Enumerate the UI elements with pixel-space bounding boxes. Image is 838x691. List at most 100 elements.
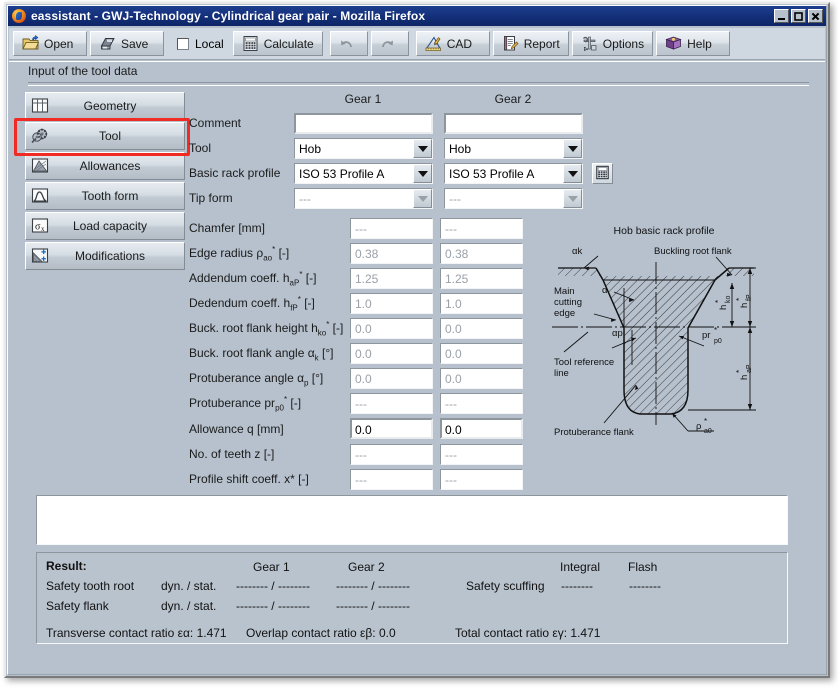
input-buck-root-flank-height-gear1[interactable]: 0.0	[350, 318, 433, 339]
diagram-label-main-cutting-edge-2: cutting	[554, 297, 582, 308]
chevron-down-icon[interactable]	[413, 139, 432, 158]
chevron-down-icon[interactable]	[413, 164, 432, 183]
select-tip-form-gear1[interactable]: ---	[294, 188, 433, 209]
chevron-down-icon[interactable]	[563, 189, 582, 208]
input-comment-gear2[interactable]	[444, 113, 583, 134]
diagram-label-buckling-root-flank: Buckling root flank	[654, 246, 732, 257]
calculate-button[interactable]: Calculate	[232, 31, 323, 56]
result-col-integral: Integral	[560, 560, 601, 574]
redo-icon	[379, 35, 396, 52]
result-overlap-contact-ratio: Overlap contact ratio εβ: 0.0	[246, 626, 396, 640]
result-transverse-contact-ratio: Transverse contact ratio εα: 1.471	[46, 626, 227, 640]
select-tool-gear1[interactable]: Hob	[294, 138, 433, 159]
undo-button[interactable]	[329, 31, 368, 56]
result-overlap-contact-ratio-label: Overlap contact ratio εβ:	[246, 626, 376, 640]
input-comment-gear1[interactable]	[294, 113, 433, 134]
input-chamfer-gear1[interactable]: ---	[350, 218, 433, 239]
toolbar-separator-3	[412, 32, 413, 56]
select-tool-gear1-value: Hob	[299, 141, 322, 156]
chevron-down-icon[interactable]	[413, 189, 432, 208]
redo-button[interactable]	[370, 31, 409, 56]
report-icon	[502, 35, 519, 52]
svg-text:*: *	[704, 417, 707, 426]
save-button[interactable]: Save	[90, 31, 164, 56]
input-profile-shift-coeff-gear2[interactable]: ---	[440, 469, 523, 490]
input-addendum-coeff-gear1[interactable]: 1.25	[350, 268, 433, 289]
result-total-contact-ratio-label: Total contact ratio εγ:	[455, 626, 568, 640]
options-button[interactable]: Options	[571, 31, 654, 56]
result-row-1-label: Safety flank	[46, 599, 109, 613]
input-no-of-teeth-gear1[interactable]: ---	[350, 444, 433, 465]
local-checkbox[interactable]	[177, 37, 189, 50]
input-protuberance-angle-gear1[interactable]: 0.0	[350, 368, 433, 389]
form-row-tip-form: Tip form --- ---	[189, 188, 609, 210]
close-button[interactable]	[808, 9, 823, 23]
diagram-label-protuberance-flank: Protuberance flank	[554, 427, 634, 438]
sidebar-label-tool: Tool	[98, 129, 121, 143]
chevron-down-icon[interactable]	[563, 164, 582, 183]
options-label: Options	[602, 36, 645, 51]
input-dedendum-coeff-gear1[interactable]: 1.0	[350, 293, 433, 314]
input-profile-shift-coeff-gear1[interactable]: ---	[350, 469, 433, 490]
select-basic-rack-profile-gear2-value: ISO 53 Profile A	[449, 166, 535, 181]
input-protuberance-pr-gear2[interactable]: ---	[440, 393, 523, 414]
help-button[interactable]: Help	[656, 31, 731, 56]
message-output-box[interactable]	[36, 495, 788, 545]
report-label: Report	[523, 36, 560, 51]
input-edge-radius-gear2[interactable]: 0.38	[440, 243, 523, 264]
result-row-1-gear2: -------- / --------	[336, 599, 410, 613]
input-allowance-gear2[interactable]: 0.0	[440, 418, 523, 439]
input-addendum-coeff-gear2[interactable]: 1.25	[440, 268, 523, 289]
local-checkbox-group[interactable]: Local	[171, 37, 230, 50]
input-buck-root-flank-height-gear2[interactable]: 0.0	[440, 318, 523, 339]
select-tool-gear2[interactable]: Hob	[444, 138, 583, 159]
toolbar-separator-2	[326, 32, 327, 56]
result-transverse-contact-ratio-value: 1.471	[196, 626, 227, 640]
input-allowance-gear1[interactable]: 0.0	[350, 418, 433, 439]
result-scuffing-label: Safety scuffing	[466, 579, 545, 593]
minimize-button[interactable]	[774, 9, 789, 23]
select-tip-form-gear1-value: ---	[299, 191, 311, 206]
floppy-disk-icon	[99, 35, 116, 52]
select-basic-rack-profile-gear1[interactable]: ISO 53 Profile A	[294, 163, 433, 184]
svg-text:pr: pr	[702, 330, 710, 341]
input-buck-root-flank-angle-gear1[interactable]: 0.0	[350, 343, 433, 364]
input-buck-root-flank-angle-gear2[interactable]: 0.0	[440, 343, 523, 364]
sidebar-item-geometry[interactable]: Geometry	[25, 92, 185, 120]
calculator-icon	[242, 35, 259, 52]
result-row-0-gear1: -------- / --------	[236, 579, 310, 593]
sidebar-item-allowances[interactable]: Allowances	[25, 152, 185, 180]
help-label: Help	[687, 36, 712, 51]
result-panel: Result: Gear 1 Gear 2 Integral Flash Saf…	[36, 552, 788, 644]
select-tip-form-gear2[interactable]: ---	[444, 188, 583, 209]
label-comment: Comment	[189, 116, 242, 130]
hob-rack-profile-diagram: Hob basic rack profile αk Buckling root …	[536, 220, 816, 445]
diagram-label-alpha: α	[602, 285, 608, 296]
section-title: Input of the tool data	[28, 64, 138, 78]
input-protuberance-angle-gear2[interactable]: 0.0	[440, 368, 523, 389]
input-no-of-teeth-gear2[interactable]: ---	[440, 444, 523, 465]
report-button[interactable]: Report	[492, 31, 569, 56]
label-no-of-teeth: No. of teeth z [-]	[189, 447, 275, 461]
diagram-label-alpha-k: αk	[572, 246, 582, 257]
rack-profile-calculator-button[interactable]	[592, 163, 613, 184]
open-button[interactable]: Open	[13, 31, 87, 56]
chevron-down-icon[interactable]	[563, 139, 582, 158]
cad-button[interactable]: CAD	[415, 31, 490, 56]
input-dedendum-coeff-gear2[interactable]: 1.0	[440, 293, 523, 314]
input-protuberance-pr-gear1[interactable]: ---	[350, 393, 433, 414]
maximize-button[interactable]	[791, 9, 806, 23]
sidebar-item-tool[interactable]: Tool	[25, 122, 185, 150]
grid-icon	[30, 96, 50, 116]
label-addendum-coeff: Addendum coeff. haP* [-]	[189, 270, 317, 288]
sidebar-item-modifications[interactable]: Modifications	[25, 242, 185, 270]
sidebar-item-tooth-form[interactable]: Tooth form	[25, 182, 185, 210]
select-basic-rack-profile-gear2[interactable]: ISO 53 Profile A	[444, 163, 583, 184]
input-edge-radius-gear1[interactable]: 0.38	[350, 243, 433, 264]
svg-text:x: x	[41, 225, 45, 233]
result-col-flash: Flash	[628, 560, 658, 574]
application-window: eassistant - GWJ-Technology - Cylindrica…	[4, 2, 830, 678]
select-tool-gear2-value: Hob	[449, 141, 472, 156]
sidebar-item-load-capacity[interactable]: σ x Load capacity	[25, 212, 185, 240]
input-chamfer-gear2[interactable]: ---	[440, 218, 523, 239]
